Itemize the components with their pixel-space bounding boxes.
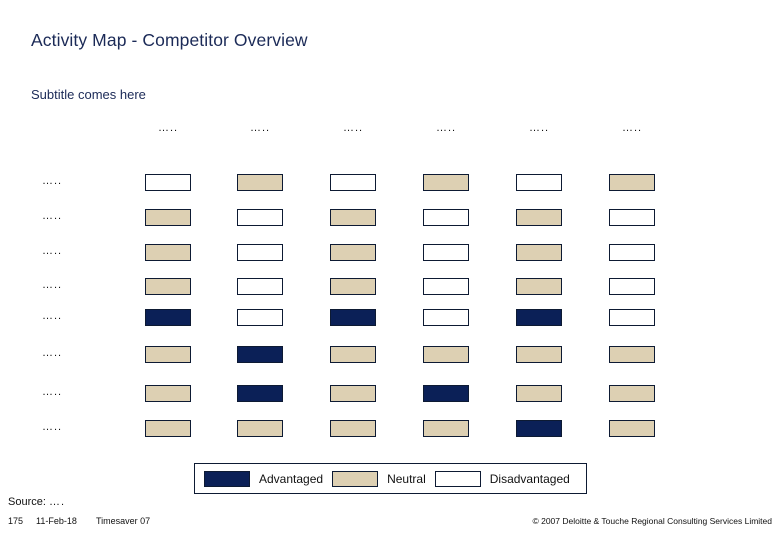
footer-deck-name: Timesaver 07	[96, 516, 151, 526]
matrix-cell-r3-c5[interactable]	[516, 244, 562, 261]
matrix-cell-r5-c5[interactable]	[516, 309, 562, 326]
matrix-cell-r8-c4[interactable]	[423, 420, 469, 437]
row-label-7: …..	[42, 386, 63, 398]
matrix-cell-r1-c2[interactable]	[237, 174, 283, 191]
matrix-cell-r7-c4[interactable]	[423, 385, 469, 402]
activity-map-matrix: ….. ….. ….. ….. ….. ….. ….. ….. ….. ….. ….. ….. ….. ……	[0, 0, 780, 460]
matrix-cell-r6-c5[interactable]	[516, 346, 562, 363]
row-label-1: …..	[42, 175, 63, 187]
matrix-cell-r1-c6[interactable]	[609, 174, 655, 191]
row-label-5: …..	[42, 310, 63, 322]
matrix-cell-r7-c1[interactable]	[145, 385, 191, 402]
matrix-cell-r6-c4[interactable]	[423, 346, 469, 363]
matrix-cell-r4-c2[interactable]	[237, 278, 283, 295]
column-header-6: …..	[621, 122, 643, 134]
row-label-2: …..	[42, 210, 63, 222]
row-label-3: …..	[42, 245, 63, 257]
matrix-cell-r8-c6[interactable]	[609, 420, 655, 437]
column-header-5: …..	[528, 122, 550, 134]
matrix-cell-r5-c6[interactable]	[609, 309, 655, 326]
column-header-2: …..	[249, 122, 271, 134]
matrix-cell-r1-c3[interactable]	[330, 174, 376, 191]
source-value: ….	[48, 496, 66, 508]
matrix-cell-r6-c3[interactable]	[330, 346, 376, 363]
column-header-1: …..	[157, 122, 179, 134]
column-header-4: …..	[435, 122, 457, 134]
matrix-cell-r3-c6[interactable]	[609, 244, 655, 261]
slide-canvas: Activity Map - Competitor Overview Subti…	[0, 0, 780, 540]
matrix-cell-r6-c6[interactable]	[609, 346, 655, 363]
matrix-cell-r6-c1[interactable]	[145, 346, 191, 363]
footer-row: 175 11-Feb-18 Timesaver 07 © 2007 Deloit…	[8, 516, 772, 530]
footer-copyright: © 2007 Deloitte & Touche Regional Consul…	[532, 516, 772, 526]
matrix-cell-r1-c5[interactable]	[516, 174, 562, 191]
legend-label-neu: Neutral	[387, 471, 426, 486]
matrix-cell-r8-c3[interactable]	[330, 420, 376, 437]
matrix-cell-r1-c1[interactable]	[145, 174, 191, 191]
matrix-cell-r2-c2[interactable]	[237, 209, 283, 226]
matrix-cell-r5-c4[interactable]	[423, 309, 469, 326]
footer-date: 11-Feb-18	[36, 516, 77, 526]
matrix-cell-r4-c3[interactable]	[330, 278, 376, 295]
matrix-cell-r7-c6[interactable]	[609, 385, 655, 402]
source-label: Source:	[8, 496, 46, 508]
matrix-cell-r3-c4[interactable]	[423, 244, 469, 261]
matrix-cell-r5-c1[interactable]	[145, 309, 191, 326]
legend-label-dis: Disadvantaged	[489, 471, 570, 486]
matrix-cell-r8-c5[interactable]	[516, 420, 562, 437]
legend-entry-neu: Neutral	[332, 470, 435, 487]
matrix-cell-r1-c4[interactable]	[423, 174, 469, 191]
matrix-cell-r2-c1[interactable]	[145, 209, 191, 226]
legend-swatch-adv	[204, 470, 250, 487]
legend-label-adv: Advantaged	[259, 471, 324, 486]
legend-entry-adv: Advantaged	[204, 470, 332, 487]
matrix-cell-r7-c2[interactable]	[237, 385, 283, 402]
matrix-cell-r3-c3[interactable]	[330, 244, 376, 261]
matrix-cell-r2-c4[interactable]	[423, 209, 469, 226]
matrix-cell-r4-c4[interactable]	[423, 278, 469, 295]
matrix-cell-r4-c5[interactable]	[516, 278, 562, 295]
footer-page-number: 175	[8, 516, 24, 526]
matrix-cell-r5-c3[interactable]	[330, 309, 376, 326]
matrix-cell-r6-c2[interactable]	[237, 346, 283, 363]
matrix-cell-r2-c3[interactable]	[330, 209, 376, 226]
row-label-8: …..	[42, 421, 63, 433]
matrix-cell-r3-c2[interactable]	[237, 244, 283, 261]
row-label-6: …..	[42, 347, 63, 359]
matrix-cell-r4-c1[interactable]	[145, 278, 191, 295]
row-label-4: …..	[42, 279, 63, 291]
legend-swatch-neu	[332, 470, 379, 487]
legend-swatch-dis	[434, 470, 481, 487]
matrix-cell-r7-c3[interactable]	[330, 385, 376, 402]
matrix-cell-r7-c5[interactable]	[516, 385, 562, 402]
matrix-cell-r2-c6[interactable]	[609, 209, 655, 226]
source-line: Source: ….	[8, 496, 65, 508]
matrix-cell-r3-c1[interactable]	[145, 244, 191, 261]
column-header-3: …..	[342, 122, 364, 134]
legend: Advantaged Neutral Disadvantaged	[194, 463, 587, 494]
matrix-cell-r8-c2[interactable]	[237, 420, 283, 437]
matrix-cell-r4-c6[interactable]	[609, 278, 655, 295]
matrix-cell-r2-c5[interactable]	[516, 209, 562, 226]
legend-entry-dis: Disadvantaged	[434, 470, 579, 487]
matrix-cell-r5-c2[interactable]	[237, 309, 283, 326]
matrix-cell-r8-c1[interactable]	[145, 420, 191, 437]
